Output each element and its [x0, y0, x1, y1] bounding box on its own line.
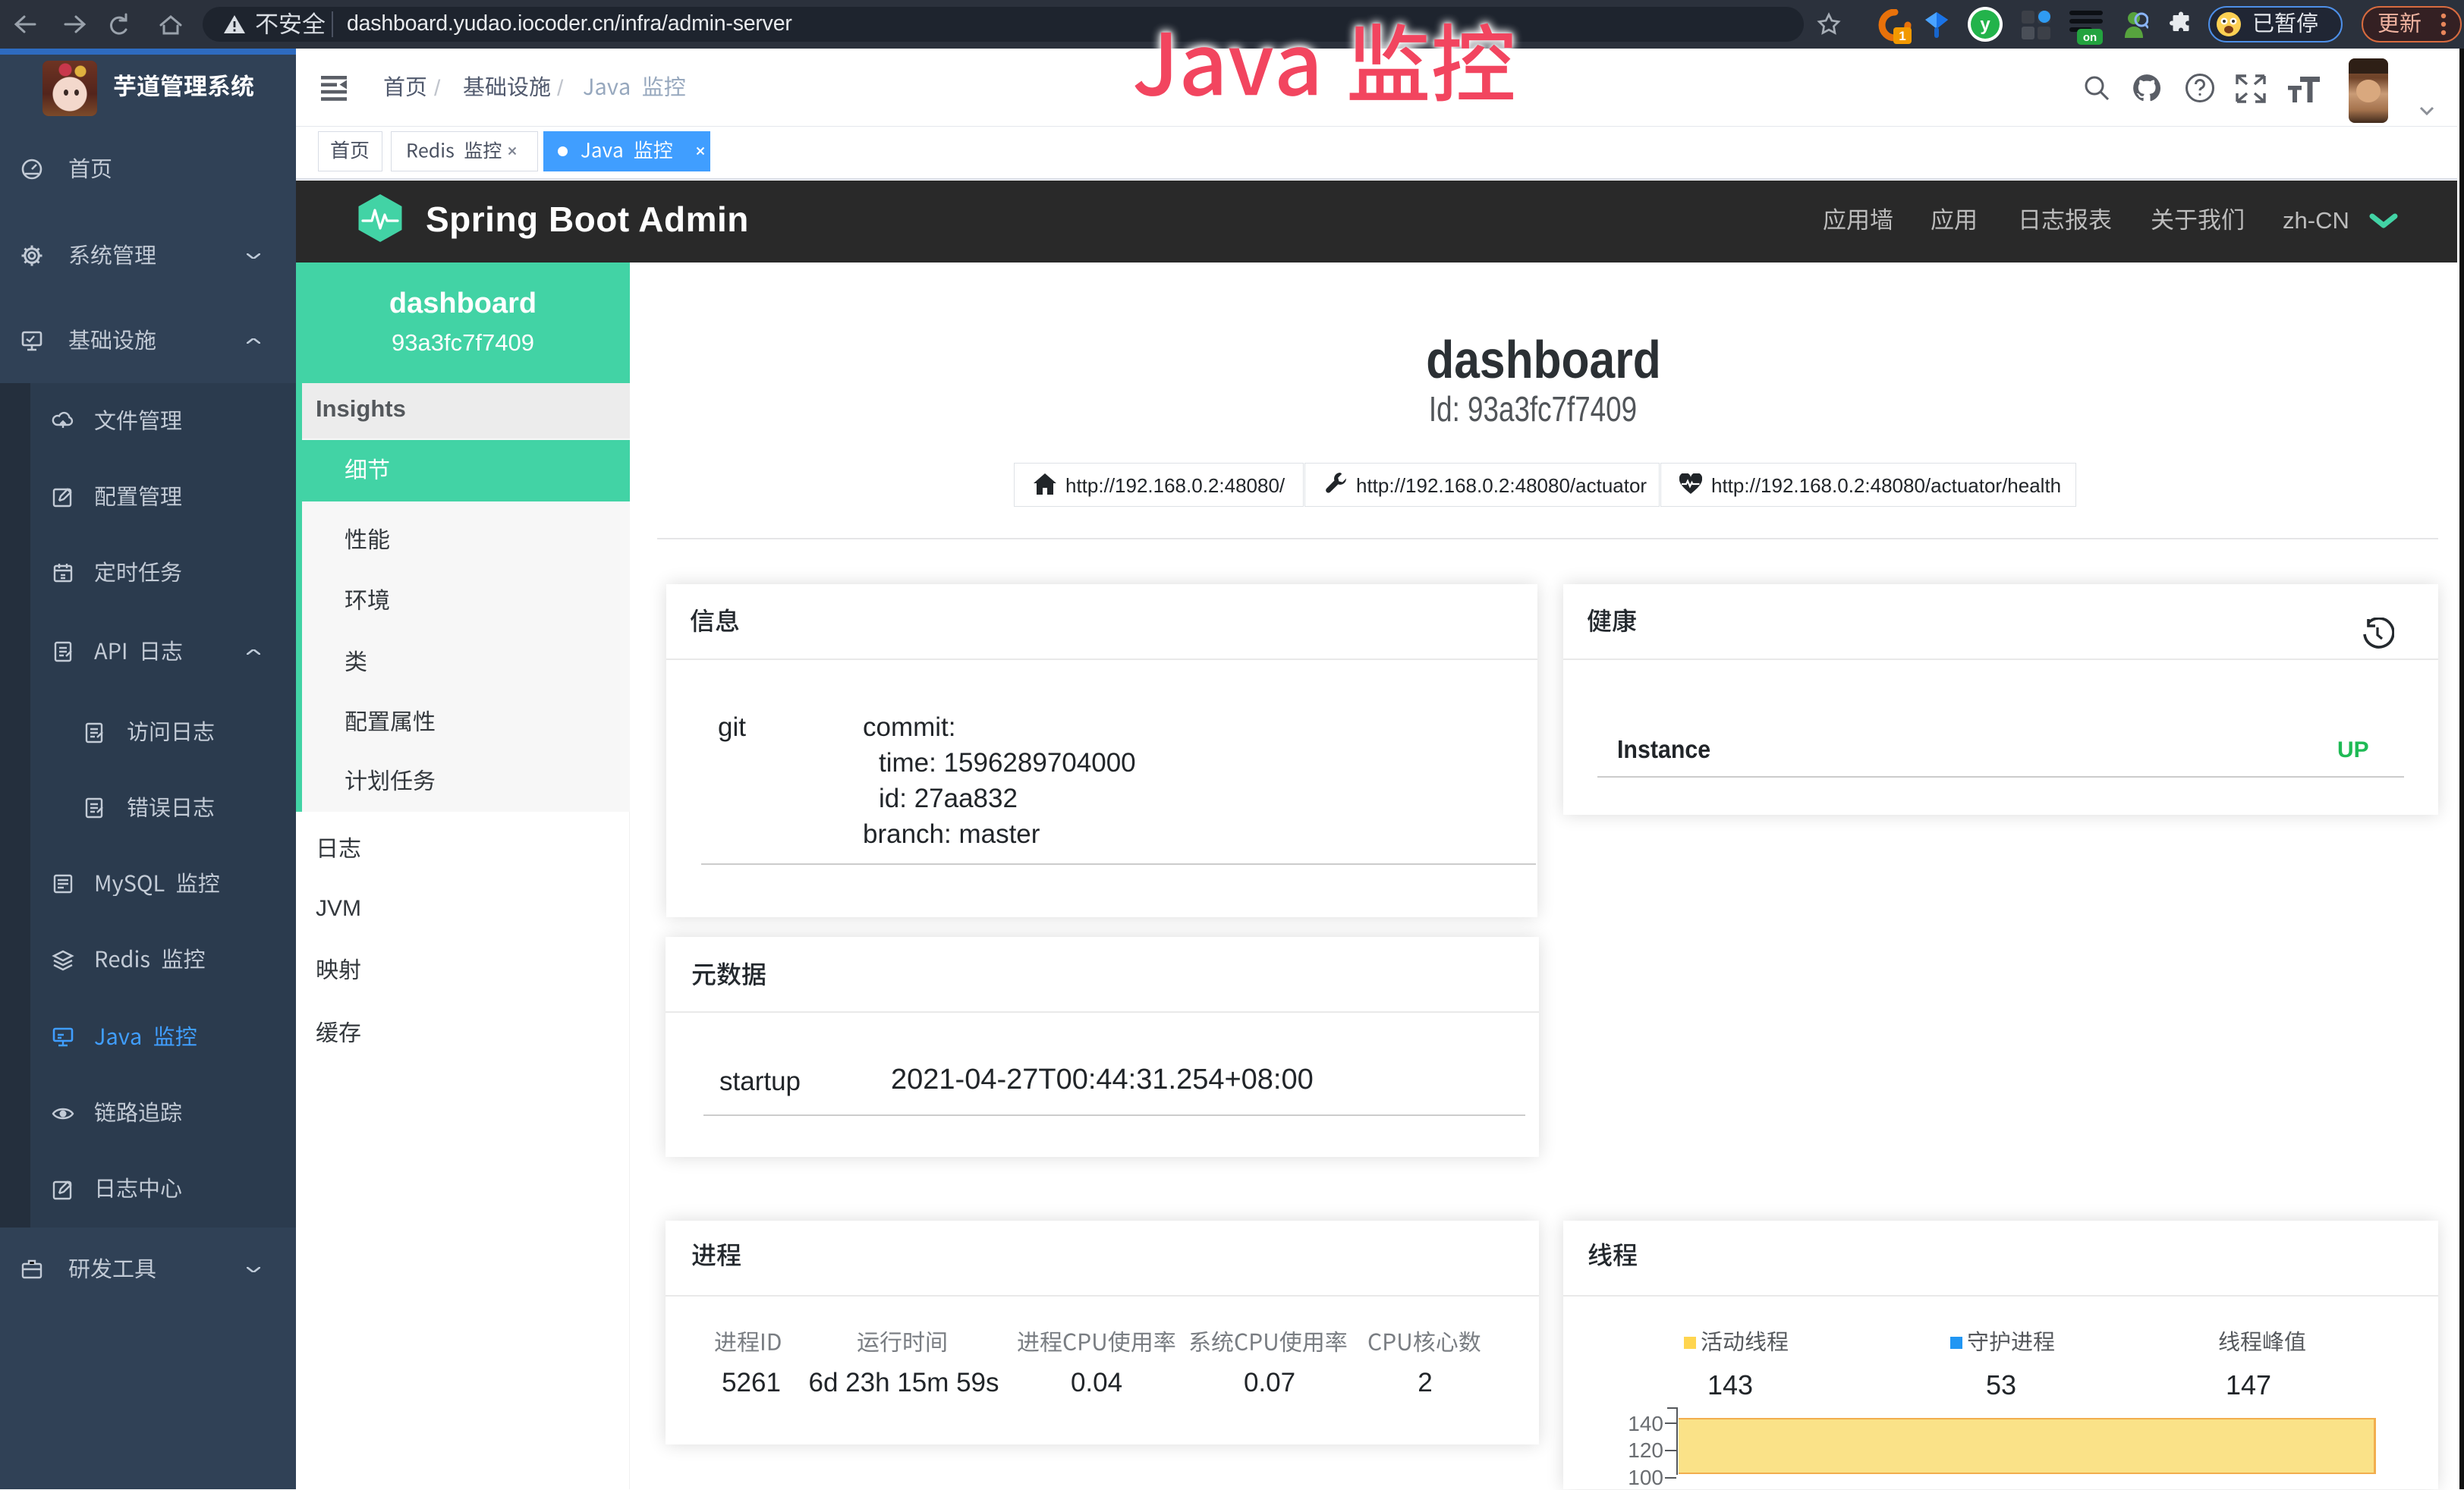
svg-text:1: 1 — [1899, 29, 1905, 43]
svg-text:y: y — [1980, 14, 1990, 35]
svg-text:on: on — [2083, 31, 2097, 44]
